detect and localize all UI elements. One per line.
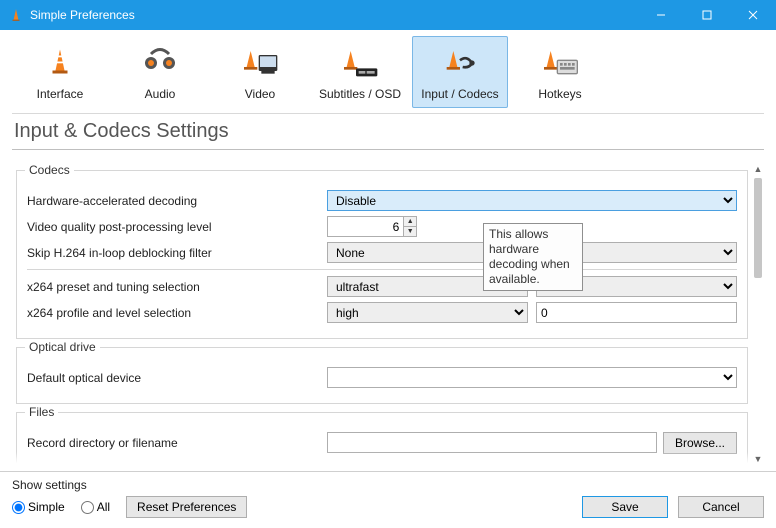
- optical-device-label: Default optical device: [27, 371, 327, 385]
- x264-preset-label: x264 preset and tuning selection: [27, 280, 327, 294]
- group-files: Files Record directory or filename Brows…: [16, 412, 748, 466]
- footer: Show settings Simple All Reset Preferenc…: [0, 471, 776, 528]
- preload-mkv-checkbox-row[interactable]: Preload MKV files in the same directory: [27, 459, 737, 466]
- hw-decoding-select[interactable]: Disable: [327, 190, 737, 211]
- minimize-button[interactable]: [638, 0, 684, 30]
- group-divider: [27, 269, 737, 270]
- category-label: Audio: [115, 87, 205, 101]
- page-title: Input & Codecs Settings: [0, 114, 776, 149]
- category-label: Hotkeys: [515, 87, 605, 101]
- settings-scroll-area: Codecs Hardware-accelerated decoding Dis…: [12, 162, 752, 466]
- preload-mkv-label: Preload MKV files in the same directory: [44, 463, 254, 466]
- spin-up-icon[interactable]: ▲: [404, 217, 416, 227]
- window-title: Simple Preferences: [30, 8, 135, 22]
- category-input-codecs[interactable]: Input / Codecs: [412, 36, 508, 108]
- record-dir-input[interactable]: [327, 432, 657, 453]
- tooltip: This allows hardware decoding when avail…: [483, 223, 583, 291]
- category-audio[interactable]: Audio: [112, 36, 208, 108]
- titlebar: Simple Preferences: [0, 0, 776, 30]
- category-hotkeys[interactable]: Hotkeys: [512, 36, 608, 108]
- heading-separator: [12, 149, 764, 150]
- scroll-thumb[interactable]: [754, 178, 762, 278]
- spin-down-icon[interactable]: ▼: [404, 227, 416, 236]
- group-codecs: Codecs Hardware-accelerated decoding Dis…: [16, 170, 748, 339]
- video-icon: [215, 43, 305, 83]
- skip-loop-label: Skip H.264 in-loop deblocking filter: [27, 246, 327, 260]
- audio-icon: [115, 43, 205, 83]
- postproc-label: Video quality post-processing level: [27, 220, 327, 234]
- optical-device-select[interactable]: [327, 367, 737, 388]
- category-interface[interactable]: Interface: [12, 36, 108, 108]
- group-optical-drive: Optical drive Default optical device: [16, 347, 748, 404]
- save-button[interactable]: Save: [582, 496, 668, 518]
- postproc-input[interactable]: [327, 216, 403, 237]
- maximize-button[interactable]: [684, 0, 730, 30]
- x264-profile-label: x264 profile and level selection: [27, 306, 327, 320]
- radio-all[interactable]: All: [81, 500, 110, 514]
- hw-decoding-label: Hardware-accelerated decoding: [27, 194, 327, 208]
- cancel-button[interactable]: Cancel: [678, 496, 764, 518]
- show-settings-label: Show settings: [12, 478, 764, 492]
- category-toolbar: Interface Audio Video Subtitles / OSD In…: [0, 30, 776, 108]
- subtitles-icon: [315, 43, 405, 83]
- scroll-up-icon[interactable]: ▲: [752, 162, 764, 176]
- browse-button[interactable]: Browse...: [663, 432, 737, 454]
- preload-mkv-checkbox[interactable]: [27, 464, 40, 467]
- category-label: Video: [215, 87, 305, 101]
- vlc-cone-icon: [8, 7, 24, 23]
- group-legend: Files: [25, 405, 58, 419]
- category-label: Interface: [15, 87, 105, 101]
- record-dir-label: Record directory or filename: [27, 436, 327, 450]
- hotkeys-icon: [515, 43, 605, 83]
- vertical-scrollbar[interactable]: ▲ ▼: [752, 162, 764, 466]
- interface-icon: [15, 43, 105, 83]
- input-codecs-icon: [415, 43, 505, 83]
- x264-level-input[interactable]: [536, 302, 737, 323]
- postproc-spin[interactable]: ▲▼: [327, 216, 417, 237]
- category-label: Input / Codecs: [415, 87, 505, 101]
- radio-simple[interactable]: Simple: [12, 500, 65, 514]
- category-label: Subtitles / OSD: [315, 87, 405, 101]
- category-video[interactable]: Video: [212, 36, 308, 108]
- group-legend: Optical drive: [25, 340, 100, 354]
- close-button[interactable]: [730, 0, 776, 30]
- spin-buttons[interactable]: ▲▼: [403, 216, 417, 237]
- category-subtitles[interactable]: Subtitles / OSD: [312, 36, 408, 108]
- scroll-down-icon[interactable]: ▼: [752, 452, 764, 466]
- group-legend: Codecs: [25, 163, 74, 177]
- x264-profile-select[interactable]: high: [327, 302, 528, 323]
- reset-preferences-button[interactable]: Reset Preferences: [126, 496, 247, 518]
